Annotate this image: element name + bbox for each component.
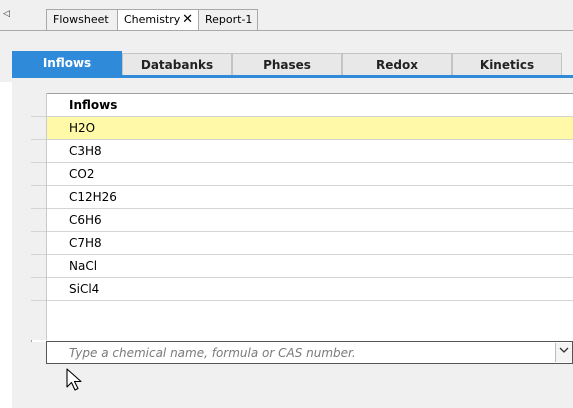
tab-inflows[interactable]: Inflows <box>12 51 122 77</box>
row-header-cell[interactable] <box>31 186 46 209</box>
tab-chemistry[interactable]: Chemistry ✕ <box>117 9 199 31</box>
tab-phases[interactable]: Phases <box>232 53 342 77</box>
row-header-cell[interactable] <box>31 255 46 278</box>
tab-flowsheet-label: Flowsheet <box>53 13 109 26</box>
table-row[interactable]: SiCl4 <box>47 278 573 301</box>
table-row[interactable]: NaCl <box>47 255 573 278</box>
document-tab-strip: ◁ Flowsheet Chemistry ✕ Report-1 <box>0 0 573 31</box>
tab-databanks[interactable]: Databanks <box>122 53 232 77</box>
mouse-pointer-icon <box>66 368 84 392</box>
row-header-cell[interactable] <box>31 278 46 301</box>
row-header-cell[interactable] <box>31 232 46 255</box>
table-row[interactable]: C6H6 <box>47 209 573 232</box>
row-header-cell[interactable] <box>31 140 46 163</box>
tab-flowsheet[interactable]: Flowsheet <box>46 9 118 30</box>
table-row[interactable]: C12H26 <box>47 186 573 209</box>
grid-column-header: Inflows <box>47 94 573 117</box>
table-row[interactable]: H2O <box>47 117 573 140</box>
chevron-down-icon[interactable] <box>555 343 572 362</box>
table-row[interactable]: C7H8 <box>47 232 573 255</box>
chemical-search-input[interactable] <box>47 342 553 363</box>
tab-redox[interactable]: Redox <box>342 53 452 77</box>
table-row[interactable]: CO2 <box>47 163 573 186</box>
tab-report-1-label: Report-1 <box>205 13 253 26</box>
row-header-cell[interactable] <box>31 163 46 186</box>
row-header-cell[interactable] <box>31 209 46 232</box>
row-header-cell[interactable] <box>31 94 46 117</box>
tab-chemistry-label: Chemistry <box>124 13 181 26</box>
chemical-entry-combobox[interactable] <box>46 341 573 364</box>
table-row[interactable]: C3H8 <box>47 140 573 163</box>
row-header-cell[interactable] <box>31 117 46 140</box>
tab-report-1[interactable]: Report-1 <box>198 9 258 30</box>
scroll-left-icon[interactable]: ◁ <box>3 7 15 21</box>
tab-kinetics[interactable]: Kinetics <box>452 53 562 77</box>
close-icon[interactable]: ✕ <box>182 10 193 30</box>
